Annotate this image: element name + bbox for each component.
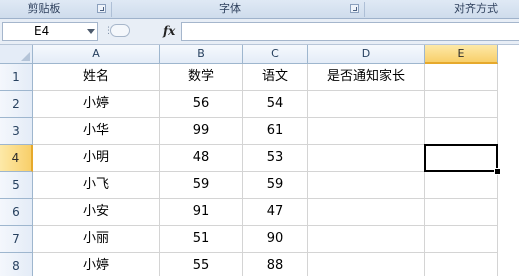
cell-c4[interactable]: 53: [243, 145, 308, 172]
row-header-8[interactable]: 8: [0, 253, 33, 276]
cell-b3[interactable]: 99: [160, 118, 243, 145]
cell-a8[interactable]: 小婷: [33, 253, 160, 276]
ribbon-group-divider: [364, 2, 365, 17]
cell-b5[interactable]: 59: [160, 172, 243, 199]
cell-c2[interactable]: 54: [243, 91, 308, 118]
cell-b1[interactable]: 数学: [160, 64, 243, 91]
cell-d3[interactable]: [308, 118, 425, 145]
cell-a2[interactable]: 小婷: [33, 91, 160, 118]
cell-d7[interactable]: [308, 226, 425, 253]
cell-d2[interactable]: [308, 91, 425, 118]
cell-a4[interactable]: 小明: [33, 145, 160, 172]
cell-e8[interactable]: [425, 253, 498, 276]
ribbon-group-alignment-label: 对齐方式: [454, 2, 498, 15]
cell-e3[interactable]: [425, 118, 498, 145]
formula-input[interactable]: [181, 22, 519, 41]
column-header-e[interactable]: E: [425, 45, 498, 64]
cell-a3[interactable]: 小华: [33, 118, 160, 145]
cell-e5[interactable]: [425, 172, 498, 199]
column-header-a[interactable]: A: [33, 45, 160, 64]
row-header-7[interactable]: 7: [0, 226, 33, 253]
cell-b4[interactable]: 48: [160, 145, 243, 172]
worksheet-grid: A B C D E 1 姓名 数学 语文 是否通知家长 2 小婷 56 54 3 小华 99 61 4 小明 48 53 5…: [0, 45, 519, 276]
cell-d4[interactable]: [308, 145, 425, 172]
chevron-down-icon[interactable]: [87, 29, 95, 34]
cell-b2[interactable]: 56: [160, 91, 243, 118]
cell-c6[interactable]: 47: [243, 199, 308, 226]
cell-c1[interactable]: 语文: [243, 64, 308, 91]
cell-c3[interactable]: 61: [243, 118, 308, 145]
insert-function-icon[interactable]: fx: [163, 22, 175, 41]
cell-e4[interactable]: [425, 145, 498, 172]
ribbon-group-divider: [111, 2, 112, 17]
cell-b8[interactable]: 55: [160, 253, 243, 276]
formula-bar: E4 ⋮ fx: [0, 19, 519, 45]
ribbon-group-labels: 剪贴板 字体 对齐方式: [0, 0, 519, 19]
ribbon-group-clipboard-label: 剪贴板: [27, 2, 61, 15]
formula-bar-oval-icon: [110, 24, 130, 37]
column-header-b[interactable]: B: [160, 45, 243, 64]
row-header-5[interactable]: 5: [0, 172, 33, 199]
cell-d6[interactable]: [308, 199, 425, 226]
cell-a7[interactable]: 小丽: [33, 226, 160, 253]
cell-b7[interactable]: 51: [160, 226, 243, 253]
cell-e2[interactable]: [425, 91, 498, 118]
select-all-button[interactable]: [0, 45, 33, 64]
row-header-3[interactable]: 3: [0, 118, 33, 145]
font-dialog-launcher-icon[interactable]: [350, 4, 359, 13]
cell-b6[interactable]: 91: [160, 199, 243, 226]
cell-a5[interactable]: 小飞: [33, 172, 160, 199]
cell-c8[interactable]: 88: [243, 253, 308, 276]
row-header-6[interactable]: 6: [0, 199, 33, 226]
cell-d1[interactable]: 是否通知家长: [308, 64, 425, 91]
name-box-value: E4: [34, 24, 50, 38]
formula-bar-splitter-icon[interactable]: ⋮: [104, 23, 113, 40]
row-header-4[interactable]: 4: [0, 145, 33, 172]
column-header-d[interactable]: D: [308, 45, 425, 64]
name-box[interactable]: E4: [2, 22, 98, 41]
clipboard-dialog-launcher-icon[interactable]: [97, 4, 106, 13]
ribbon-group-font-label: 字体: [219, 2, 241, 15]
cell-e6[interactable]: [425, 199, 498, 226]
cell-e1[interactable]: [425, 64, 498, 91]
cell-d8[interactable]: [308, 253, 425, 276]
column-header-c[interactable]: C: [243, 45, 308, 64]
cell-a1[interactable]: 姓名: [33, 64, 160, 91]
row-header-2[interactable]: 2: [0, 91, 33, 118]
cell-e7[interactable]: [425, 226, 498, 253]
cell-d5[interactable]: [308, 172, 425, 199]
cell-a6[interactable]: 小安: [33, 199, 160, 226]
excel-window: 剪贴板 字体 对齐方式 E4 ⋮ fx A B C D E 1 姓名 数学 语文 是否通知家长 2 小…: [0, 0, 519, 276]
cell-c7[interactable]: 90: [243, 226, 308, 253]
row-header-1[interactable]: 1: [0, 64, 33, 91]
cell-c5[interactable]: 59: [243, 172, 308, 199]
